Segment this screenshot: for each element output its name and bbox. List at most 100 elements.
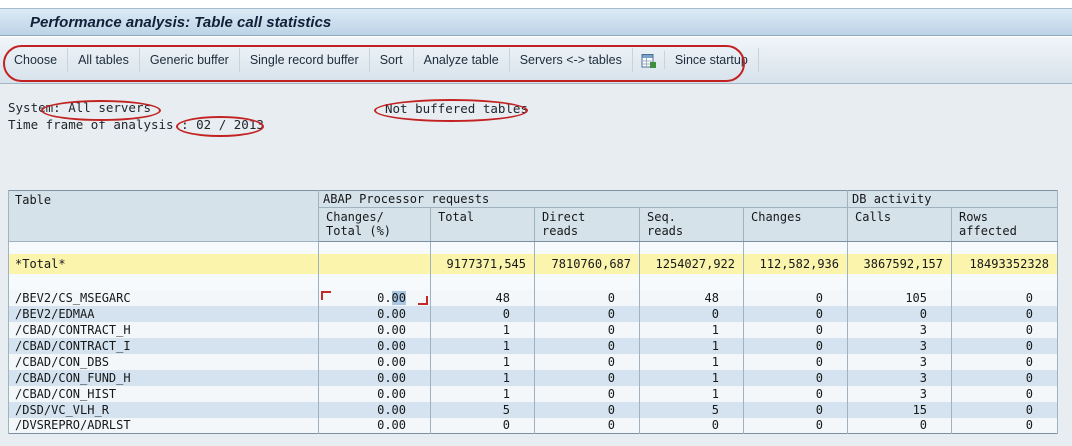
column-header-direct-reads[interactable]: Direct reads	[534, 207, 640, 242]
stat-value-cell[interactable]: 0	[742, 305, 849, 322]
stat-value-cell[interactable]: 15	[847, 401, 953, 418]
stat-value-cell[interactable]: 48	[430, 289, 535, 306]
stat-value-cell[interactable]: 1	[430, 369, 535, 386]
stat-value-cell[interactable]: 1	[639, 369, 744, 386]
stat-value-cell[interactable]: 0	[951, 289, 1059, 306]
stat-value-cell[interactable]: 0	[951, 401, 1059, 418]
stat-value-cell[interactable]: 0	[951, 337, 1059, 354]
stat-value-cell[interactable]: 0	[742, 401, 849, 418]
stat-value-cell[interactable]: 0	[534, 385, 640, 402]
stat-value-cell[interactable]: 0	[951, 369, 1059, 386]
stat-value-cell[interactable]: 0	[534, 369, 640, 386]
stat-value-cell[interactable]: 0	[639, 305, 744, 322]
stat-value-cell[interactable]: 1	[430, 385, 535, 402]
toolbar-button-sort[interactable]: Sort	[370, 48, 414, 72]
timeframe-label: Time frame of analysis :	[8, 117, 189, 132]
stat-value-cell[interactable]: 0.00	[318, 305, 431, 322]
stat-value-cell[interactable]: 3	[847, 337, 953, 354]
stat-value-cell[interactable]: 1	[430, 353, 535, 370]
stat-value-cell[interactable]: 0	[847, 305, 953, 322]
column-header-changes[interactable]: Changes	[742, 207, 849, 242]
table-name-cell[interactable]: /CBAD/CON_HIST	[8, 385, 319, 402]
stat-value-cell[interactable]: 0.00	[318, 353, 431, 370]
toolbar-button-single-record-buffer[interactable]: Single record buffer	[240, 48, 370, 72]
stat-value-cell[interactable]: 0	[534, 289, 640, 306]
stat-value-cell[interactable]: 1	[639, 385, 744, 402]
total-row[interactable]: *Total* 9177371,545 7810760,687 1254027,…	[8, 253, 1059, 274]
system-value[interactable]: All servers	[68, 100, 151, 115]
stat-value-cell[interactable]: 0.00	[318, 289, 431, 306]
stat-value-cell[interactable]: 0	[951, 417, 1059, 434]
stat-value-cell[interactable]: 1	[639, 321, 744, 338]
statistics-table: Table ABAP Processor requests DB activit…	[8, 190, 1059, 434]
stat-value-cell[interactable]: 0	[534, 305, 640, 322]
stat-value-cell[interactable]: 0	[951, 321, 1059, 338]
table-name-cell[interactable]: /CBAD/CON_DBS	[8, 353, 319, 370]
column-header-changes-total[interactable]: Changes/ Total (%)	[318, 207, 431, 242]
total-value-cell: 7810760,687	[534, 253, 640, 274]
stat-value-cell[interactable]: 0	[534, 353, 640, 370]
toolbar-button-all-tables[interactable]: All tables	[68, 48, 140, 72]
stat-value-cell[interactable]: 1	[430, 337, 535, 354]
stat-value-cell[interactable]: 0	[951, 385, 1059, 402]
stat-value-cell[interactable]: 5	[430, 401, 535, 418]
stat-value-cell[interactable]: 0	[951, 353, 1059, 370]
stat-value-cell[interactable]: 3	[847, 353, 953, 370]
table-name-cell[interactable]: /CBAD/CON_FUND_H	[8, 369, 319, 386]
total-value-cell	[318, 253, 431, 274]
stat-value-cell[interactable]: 3	[847, 321, 953, 338]
stat-value-cell[interactable]: 105	[847, 289, 953, 306]
table-name-cell[interactable]: /DSD/VC_VLH_R	[8, 401, 319, 418]
stat-value-cell[interactable]: 5	[639, 401, 744, 418]
stat-value-cell[interactable]: 48	[639, 289, 744, 306]
stat-value-cell[interactable]: 0	[742, 353, 849, 370]
column-header-rows-affected[interactable]: Rows affected	[951, 207, 1059, 242]
column-header-table[interactable]: Table	[8, 190, 319, 242]
timeframe-value[interactable]: 02 / 2013	[196, 117, 264, 132]
toolbar-button-choose[interactable]: Choose	[4, 48, 69, 72]
stat-value-cell[interactable]: 1	[639, 353, 744, 370]
stat-value-cell[interactable]: 0.00	[318, 401, 431, 418]
stat-value-cell[interactable]: 0.00	[318, 369, 431, 386]
stat-value-cell[interactable]: 0	[742, 417, 849, 434]
stat-value-cell[interactable]: 0	[534, 321, 640, 338]
toolbar-button-analyze-table[interactable]: Analyze table	[414, 48, 510, 72]
stat-value-cell[interactable]: 0	[742, 289, 849, 306]
stat-value-cell[interactable]: 0	[534, 337, 640, 354]
stat-value-cell[interactable]: 0	[430, 417, 535, 434]
table-name-cell[interactable]: /BEV2/CS_MSEGARC	[8, 289, 319, 306]
table-name-cell[interactable]: /CBAD/CONTRACT_I	[8, 337, 319, 354]
sap-window: Performance analysis: Table call statist…	[0, 0, 1072, 446]
table-name-cell[interactable]: /DVSREPRO/ADRLST	[8, 417, 319, 434]
stat-value-cell[interactable]: 0	[742, 385, 849, 402]
stat-value-cell[interactable]: 0.00	[318, 337, 431, 354]
page-title: Performance analysis: Table call statist…	[30, 13, 332, 31]
stat-value-cell[interactable]: 0	[534, 417, 640, 434]
stat-value-cell[interactable]: 0	[847, 417, 953, 434]
spreadsheet-icon[interactable]	[633, 51, 665, 69]
stat-value-cell[interactable]: 0	[534, 401, 640, 418]
toolbar-button-servers-tables[interactable]: Servers <-> tables	[510, 48, 633, 72]
stat-value-cell[interactable]: 3	[847, 369, 953, 386]
stat-value-cell[interactable]: 0	[742, 369, 849, 386]
table-name-cell[interactable]: /CBAD/CONTRACT_H	[8, 321, 319, 338]
column-header-calls[interactable]: Calls	[847, 207, 953, 242]
group-header-db: DB activity	[847, 190, 1059, 208]
stat-value-cell[interactable]: 0	[742, 337, 849, 354]
column-header-seq-reads[interactable]: Seq. reads	[639, 207, 744, 242]
stat-value-cell[interactable]: 0	[951, 305, 1059, 322]
toolbar-button-since-startup[interactable]: Since startup	[665, 48, 759, 72]
stat-value-cell[interactable]: 0	[430, 305, 535, 322]
stat-value-cell[interactable]: 3	[847, 385, 953, 402]
stat-value-cell[interactable]: 0	[639, 417, 744, 434]
table-name-cell[interactable]: /BEV2/EDMAA	[8, 305, 319, 322]
table-row: /CBAD/CONTRACT_I 0.00 1 0 1 0 3 0	[8, 337, 1059, 354]
stat-value-cell[interactable]: 0.00	[318, 417, 431, 434]
stat-value-cell[interactable]: 0	[742, 321, 849, 338]
stat-value-cell[interactable]: 1	[639, 337, 744, 354]
toolbar-button-generic-buffer[interactable]: Generic buffer	[140, 48, 240, 72]
column-header-total[interactable]: Total	[430, 207, 535, 242]
stat-value-cell[interactable]: 0.00	[318, 321, 431, 338]
stat-value-cell[interactable]: 1	[430, 321, 535, 338]
stat-value-cell[interactable]: 0.00	[318, 385, 431, 402]
